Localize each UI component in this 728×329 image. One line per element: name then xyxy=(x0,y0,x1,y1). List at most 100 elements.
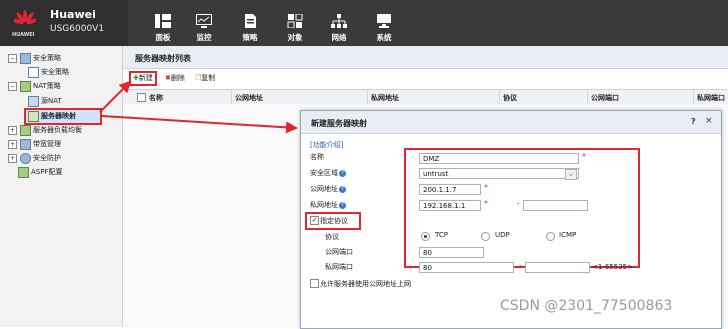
required-mark: * xyxy=(582,152,586,161)
close-icon[interactable]: × xyxy=(705,116,713,126)
required-mark: * xyxy=(484,183,488,192)
public-address-label: 公网地址? xyxy=(310,184,346,194)
nav-label: 网络 xyxy=(331,33,347,42)
protocol-udp-radio[interactable] xyxy=(481,232,490,241)
sidebar-item-aspf[interactable]: ASPF配置 xyxy=(18,166,62,178)
new-server-mapping-dialog: 新建服务器映射 ? × [功能介绍] 名称 DMZ * 安全区域? untrus… xyxy=(300,110,722,329)
required-mark: * xyxy=(484,199,488,208)
sidebar-item-security-policy-group[interactable]: − 安全策略 xyxy=(8,52,61,64)
specify-protocol-checkbox[interactable]: ✓ xyxy=(310,216,319,225)
column-protocol[interactable]: 协议 xyxy=(503,93,517,103)
sidebar-item-label: 带宽管理 xyxy=(33,140,61,148)
private-port-input[interactable]: 80 xyxy=(419,262,514,273)
port-range-hint: <1-65535> xyxy=(592,263,633,271)
sidebar-item-source-nat[interactable]: 源NAT xyxy=(28,95,62,107)
collapse-icon[interactable]: − xyxy=(8,81,17,91)
dropdown-arrow-icon[interactable]: ⌵ xyxy=(565,169,577,180)
private-port-end-input[interactable] xyxy=(525,262,590,273)
protocol-option-label: UDP xyxy=(495,231,510,239)
nav-system[interactable]: 系统 xyxy=(362,0,406,46)
name-label: 名称 xyxy=(310,153,324,161)
sidebar-item-bandwidth[interactable]: + 带宽管理 xyxy=(8,138,61,150)
zone-select[interactable]: untrust ⌵ xyxy=(419,168,579,180)
shield-icon xyxy=(20,152,31,164)
private-address-input[interactable]: 192.168.1.1 xyxy=(419,200,481,211)
dialog-title: 新建服务器映射 xyxy=(311,119,367,128)
column-public-address[interactable]: 公网地址 xyxy=(235,93,263,103)
sidebar-item-label: NAT策略 xyxy=(33,82,61,90)
private-port-label: 私网端口 xyxy=(325,263,353,271)
nav-network[interactable]: 网络 xyxy=(317,0,361,46)
feature-intro-link[interactable]: [功能介绍] xyxy=(310,140,343,150)
column-private-address[interactable]: 私网地址 xyxy=(371,93,399,103)
delete-button-label: 删除 xyxy=(170,74,185,82)
protocol-label: 协议 xyxy=(325,233,339,241)
protocol-icmp-radio[interactable] xyxy=(546,232,555,241)
network-icon xyxy=(331,14,347,28)
column-name[interactable]: 名称 xyxy=(149,93,163,103)
expand-icon[interactable]: + xyxy=(8,153,17,163)
expand-icon[interactable]: + xyxy=(8,139,17,149)
column-divider xyxy=(693,90,694,104)
new-button[interactable]: ✚新建 xyxy=(129,71,157,86)
zone-label: 安全区域? xyxy=(310,168,346,178)
protocol-tcp-radio[interactable] xyxy=(421,232,430,241)
sidebar-item-label: 服务器映射 xyxy=(41,112,76,120)
nav-label: 面板 xyxy=(155,33,171,42)
allow-public-internet-label: 允许服务器使用公网地址上网 xyxy=(320,280,411,288)
nav-monitor[interactable]: 监控 xyxy=(182,0,226,46)
specify-protocol-label: 指定协议 xyxy=(320,217,348,225)
column-divider xyxy=(499,90,500,104)
system-icon xyxy=(377,14,391,28)
nav-policy[interactable]: 策略 xyxy=(228,0,272,46)
new-button-label: 新建 xyxy=(138,74,153,82)
column-divider xyxy=(367,90,368,104)
sidebar-item-nat-policy-group[interactable]: − NAT策略 xyxy=(8,80,61,92)
help-icon[interactable]: ? xyxy=(691,117,696,126)
help-icon: ? xyxy=(339,201,346,209)
help-icon: ? xyxy=(339,185,346,193)
page-title: 服务器映射列表 xyxy=(135,54,191,63)
sidebar-item-security-protection[interactable]: + 安全防护 xyxy=(8,152,61,164)
select-all-checkbox[interactable] xyxy=(137,93,146,102)
sidebar-item-label: 服务器负载均衡 xyxy=(33,126,82,134)
public-port-input[interactable]: 80 xyxy=(419,247,484,258)
protocol-option-label: TCP xyxy=(435,231,448,239)
column-divider xyxy=(231,90,232,104)
nav-label: 监控 xyxy=(196,33,212,42)
policy-doc-icon xyxy=(28,66,39,78)
dashboard-icon xyxy=(155,14,171,28)
sidebar-item-label: 安全策略 xyxy=(41,68,69,76)
column-private-port[interactable]: 私网端口 xyxy=(697,93,725,103)
aspf-icon xyxy=(18,166,29,178)
brand-name: Huawei xyxy=(50,8,96,21)
collapse-icon[interactable]: − xyxy=(8,53,17,63)
sidebar-item-label: ASPF配置 xyxy=(31,168,63,176)
sidebar-item-server-mapping[interactable]: 服务器映射 xyxy=(24,108,102,125)
private-address-end-input[interactable] xyxy=(523,200,588,211)
copy-button[interactable]: ❐复制 xyxy=(195,73,215,83)
nav-object[interactable]: 对象 xyxy=(273,0,317,46)
private-address-label: 私网地址? xyxy=(310,200,346,210)
name-input[interactable]: DMZ xyxy=(419,153,579,164)
public-address-input[interactable]: 200.1.1.7 xyxy=(419,184,481,195)
sidebar: − 安全策略 安全策略 − NAT策略 源NAT 服务器映射 + 服务器负载均衡 + 带… xyxy=(0,46,123,327)
nav-dashboard[interactable]: 面板 xyxy=(141,0,185,46)
expand-icon[interactable]: + xyxy=(8,125,17,135)
delete-button[interactable]: ✖删除 xyxy=(165,73,185,83)
sidebar-item-load-balance[interactable]: + 服务器负载均衡 xyxy=(8,124,82,136)
top-navbar: HUAWEI Huawei USG6000V1 面板 监控 策略 对象 网络 系… xyxy=(0,0,728,46)
toolbar: ✚新建 ✖删除 ❐复制 xyxy=(123,70,728,86)
object-icon xyxy=(287,14,303,28)
folder-icon xyxy=(20,52,31,64)
public-port-label: 公网端口 xyxy=(325,248,353,256)
sidebar-item-label: 源NAT xyxy=(41,97,62,105)
server-mapping-icon xyxy=(28,110,39,122)
list-header: 服务器映射列表 xyxy=(123,46,728,69)
column-public-port[interactable]: 公网端口 xyxy=(591,93,619,103)
nat-icon xyxy=(20,80,31,92)
range-dash: - xyxy=(517,200,520,208)
sidebar-item-security-policy[interactable]: 安全策略 xyxy=(28,66,69,78)
bandwidth-icon xyxy=(20,138,31,150)
allow-public-internet-checkbox[interactable] xyxy=(310,279,319,288)
